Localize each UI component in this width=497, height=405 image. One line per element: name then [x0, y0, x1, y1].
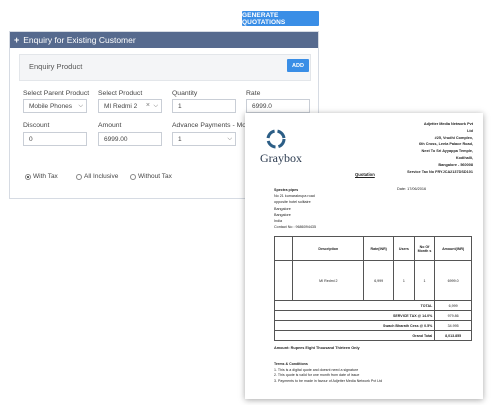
company-line: #25, Vrudhi Complex, [434, 135, 473, 140]
quotation-table: Description Rate(INR) Users No Of Month … [273, 236, 472, 341]
quantity-value: 1 [178, 102, 182, 110]
parent-product-label: Select Parent Product [23, 90, 90, 97]
table-header: Rate(INR) [363, 236, 395, 261]
discount-input[interactable]: 0 [23, 132, 87, 146]
radio-without-tax[interactable]: Without Tax [130, 173, 172, 180]
table-cell: 1 [413, 260, 436, 301]
amount-label: Amount [98, 122, 122, 129]
discount-label: Discount [23, 122, 50, 129]
client-line: Contact No : 9686094435 [274, 225, 317, 230]
table-header [273, 236, 294, 261]
table-cell: 6999.0 [434, 260, 472, 301]
table-header: Description [292, 236, 365, 261]
rate-input[interactable]: 6999.0 [246, 99, 310, 113]
table-header: No Of Month s [413, 236, 436, 261]
quantity-label: Quantity [172, 90, 198, 97]
table-header-row: Description Rate(INR) Users No Of Month … [273, 236, 472, 261]
product-select[interactable]: MI Redmi 2 × ⌵ [98, 99, 162, 113]
radio-with-tax[interactable]: With Tax [25, 173, 58, 180]
company-line: Service Tax No FRYJCA2137DSD101 [407, 169, 473, 174]
summary-label: TOTAL [273, 300, 436, 311]
enquiry-product-row: Enquiry Product [19, 54, 311, 81]
summary-row: TOTAL 6,999 [273, 300, 472, 311]
client-address: Spectra pipes No 21 kumarakrupa road opp… [274, 187, 316, 230]
summary-label: Swach Bharath Cess @ 0.5% [273, 320, 436, 331]
quotation-title: Quotation [355, 172, 375, 177]
summary-value: 979.86 [434, 310, 472, 321]
chevron-down-icon: ⌵ [78, 103, 83, 109]
advance-payments-select[interactable]: 1 ⌵ [172, 132, 236, 146]
quotation-document: Graybox Adjetter Media Network Pvt Ltd #… [245, 113, 483, 399]
company-line: Ltd [467, 128, 473, 133]
company-line: Next To Sri Ayyappa Temple, [421, 149, 473, 154]
table-header: Users [393, 236, 415, 261]
amount-value: 6999.00 [104, 135, 128, 143]
summary-value: 34.995 [434, 320, 472, 331]
enquiry-product-label: Enquiry Product [29, 62, 83, 71]
terms-line: 3. Payments to be made in favour of Adje… [274, 378, 383, 383]
summary-label: Grand Total [273, 330, 436, 341]
amount-input[interactable]: 6999.00 [98, 132, 162, 146]
table-header: Amount(INR) [434, 236, 472, 261]
product-label: Select Product [98, 90, 143, 97]
panel-title: Enquiry for Existing Customer [23, 35, 136, 45]
radio-button[interactable] [130, 173, 136, 180]
quantity-input[interactable]: 1 [172, 99, 236, 113]
summary-value: 8,013.855 [434, 330, 472, 341]
company-line: Adjetter Media Network Pvt [423, 122, 473, 126]
parent-product-select[interactable]: Mobile Phones ⌵ [23, 99, 87, 113]
discount-value: 0 [29, 135, 33, 143]
radio-button[interactable] [25, 173, 31, 180]
radio-button[interactable] [76, 173, 82, 180]
product-value: MI Redmi 2 [104, 102, 138, 110]
table-cell: 6,999 [363, 260, 395, 301]
plus-icon: + [14, 35, 20, 45]
company-line: 6th Cross, Leela Palace Road, [418, 142, 473, 147]
table-cell [273, 260, 294, 301]
terms-section: Terms & Conditions 1. This is a digital … [274, 362, 382, 384]
chevron-down-icon: ⌵ [227, 136, 232, 142]
advance-payments-value: 1 [178, 135, 182, 143]
radio-label: With Tax [33, 173, 58, 180]
table-row: MI Redmi 2 6,999 1 1 6999.0 [273, 260, 472, 301]
radio-label: All Inclusive [84, 173, 119, 180]
quotation-date: Date: 17/06/2016 [397, 187, 427, 191]
company-line: Kodihalli, [455, 155, 473, 160]
summary-value: 6,999 [434, 300, 472, 311]
add-button[interactable]: ADD [287, 59, 309, 72]
rate-label: Rate [246, 90, 261, 97]
summary-row: Grand Total 8,013.855 [273, 330, 472, 341]
client-line: opposite hotel solitaire [274, 200, 311, 205]
radio-all-inclusive[interactable]: All Inclusive [76, 173, 118, 180]
summary-label: SERVICE TAX @ 14.0% [273, 310, 436, 321]
clear-icon[interactable]: × [146, 102, 150, 109]
logo-text: Graybox [260, 151, 302, 165]
panel-header[interactable]: + Enquiry for Existing Customer [10, 32, 318, 48]
chevron-down-icon: ⌵ [153, 103, 158, 109]
company-address: Adjetter Media Network Pvt Ltd #25, Vrud… [383, 121, 473, 175]
company-line: Bangalore - 560008 [438, 162, 473, 167]
rate-value: 6999.0 [252, 102, 272, 110]
generate-quotations-button[interactable]: GENERATE QUOTATIONS [242, 11, 319, 26]
radio-label: Without Tax [138, 173, 172, 180]
amount-in-words: Amount: Rupees Eight Thousand Thirteen O… [274, 346, 360, 350]
table-cell: MI Redmi 2 [292, 260, 365, 301]
table-cell: 1 [393, 260, 415, 301]
summary-row: Swach Bharath Cess @ 0.5% 34.995 [273, 320, 472, 331]
summary-row: SERVICE TAX @ 14.0% 979.86 [273, 310, 472, 321]
parent-product-value: Mobile Phones [29, 102, 72, 110]
